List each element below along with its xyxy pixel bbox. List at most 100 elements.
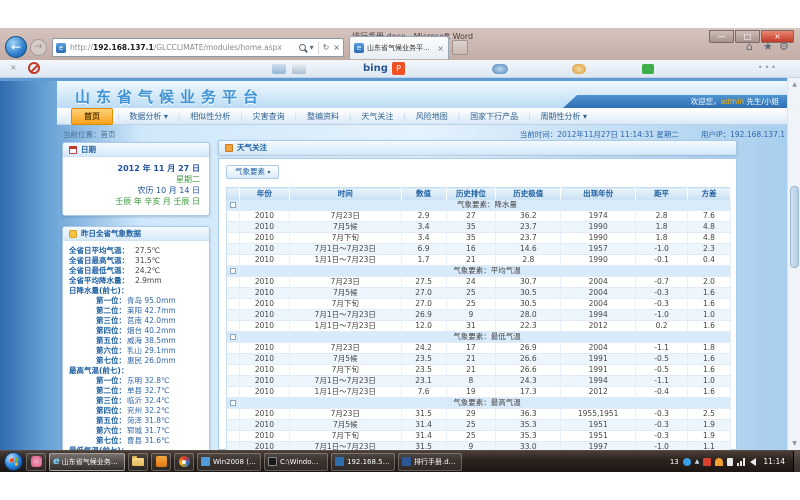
row-cell-empty [227,409,240,420]
table-group-row[interactable]: 气象要素：降水量 [227,200,731,211]
weibo-icon[interactable] [572,64,586,74]
scroll-down-icon[interactable]: ▼ [788,437,800,450]
table-row[interactable]: 20107月1日～7月23日6.91614.61957-1.02.3 [227,244,731,255]
refresh-icon[interactable]: ↻ [323,43,330,52]
table-row[interactable]: 20107月下旬3.43523.719901.84.8 [227,233,731,244]
ie-taskbar-button[interactable]: e 山东省气候业务平... [49,453,125,471]
browser-tab[interactable]: e 山东省气候业务平... × [349,36,449,59]
table-row[interactable]: 20107月1日～7月23日26.9928.01994-1.01.0 [227,310,731,321]
table-row[interactable]: 20107月1日～7月23日23.1824.31994-1.11.0 [227,376,731,387]
table-row[interactable]: 20107月23日2.92736.219742.87.6 [227,211,731,222]
clock[interactable]: 11:14 [763,457,785,466]
messenger-tray-icon[interactable] [683,458,691,466]
close-icon[interactable]: × [10,63,17,72]
back-button[interactable]: ← [5,36,27,58]
table-row[interactable]: 20107月23日24.21726.92004-1.11.8 [227,343,731,354]
table-group-row[interactable]: 气象要素：平均气温 [227,266,731,277]
stop-icon[interactable]: × [333,43,340,52]
group-checkbox-cell[interactable] [227,200,240,211]
bing-logo[interactable]: bing [363,63,388,74]
table-row[interactable]: 20107月5候3.43523.719901.84.8 [227,222,731,233]
table-group-row[interactable]: 气象要素：最高气温 [227,398,731,409]
table-row[interactable]: 20107月下旬27.02530.52004-0.31.6 [227,299,731,310]
more-icon[interactable]: ••• [758,63,778,72]
network-icon[interactable] [737,458,746,466]
element-filter-button[interactable]: 气象要素 ▾ [226,165,279,179]
table-row[interactable]: 20107月5候27.02530.52004-0.31.6 [227,288,731,299]
checkbox-icon[interactable] [230,400,236,406]
cell: 7.6 [688,211,731,222]
volume-icon[interactable] [750,458,756,466]
action-center-flag-icon[interactable] [727,458,733,466]
table-row[interactable]: 20107月5候23.52126.61991-0.51.6 [227,354,731,365]
table-row[interactable]: 20107月下旬23.52126.61991-0.51.6 [227,365,731,376]
table-row[interactable]: 20107月23日27.52430.72004-0.72.0 [227,277,731,288]
home-icon[interactable]: ⌂ [746,40,753,53]
taskbar-button-2[interactable]: 192.168.59.99... [331,453,395,471]
group-checkbox-cell[interactable] [227,332,240,343]
group-checkbox-cell[interactable] [227,266,240,277]
url-text[interactable]: http://192.168.137.1/GLCCLIMATE/modules/… [70,43,295,52]
security-icon[interactable] [715,458,723,466]
mail-icon[interactable] [272,64,286,74]
scrollbar-thumb[interactable] [790,186,799,268]
nav-item-8[interactable]: 周期性分析 ▾ [530,109,597,124]
notification-count[interactable]: 13 [670,458,679,466]
cell: 7月1日～7月23日 [289,442,401,451]
pinned-app-button[interactable] [26,453,46,471]
bing-badge-icon[interactable]: P [392,62,405,75]
checkbox-icon[interactable] [230,334,236,340]
new-tab-button[interactable] [452,40,468,55]
apps-grid-icon[interactable] [642,64,654,74]
table-row[interactable]: 20107月1日～7月23日31.5933.01997-1.01.1 [227,442,731,451]
taskbar-button-1[interactable]: C:\Windows\s... [264,453,328,471]
blocked-icon[interactable] [28,62,40,74]
session-info: 当前时间：2012年11月27日 11:14:31 星期二 用户IP：192.1… [520,129,785,140]
table-row[interactable]: 20101月1日～7月23日12.03122.320120.21.6 [227,321,731,332]
print-icon[interactable] [292,64,306,74]
table-group-row[interactable]: 气象要素：最低气温 [227,332,731,343]
nav-item-5[interactable]: 天气关注 [351,109,403,124]
cell: -0.5 [636,354,688,365]
calendar-icon [69,146,77,154]
address-bar[interactable]: e http://192.168.137.1/GLCCLIMATE/module… [52,38,344,57]
welcome-username[interactable]: admin [721,97,745,106]
nav-item-2[interactable]: 相似性分析 [180,109,240,124]
nav-item-1[interactable]: 数据分析 ▾ [119,109,178,124]
checkbox-icon[interactable] [230,202,236,208]
table-row[interactable]: 20101月1日～7月23日7.61917.32012-0.41.6 [227,387,731,398]
search-dropdown-icon[interactable]: ▾ [310,43,314,52]
pinned-app-button-2[interactable] [151,453,171,471]
taskbar-button-0[interactable]: Win2008 (VS2... [197,453,261,471]
rank-value: 青岛 95.0mm [127,296,176,306]
scroll-up-icon[interactable]: ▲ [788,78,800,91]
forward-button[interactable]: → [30,39,47,56]
table-row[interactable]: 20107月23日31.52936.31955,1951-0.32.5 [227,409,731,420]
minimize-button[interactable]: — [709,30,734,43]
table-row[interactable]: 20107月5候31.42535.31951-0.31.9 [227,420,731,431]
nav-item-6[interactable]: 风险地图 [406,109,458,124]
settings-gear-icon[interactable]: ⚙ [779,40,789,53]
stat-label: 全省日最高气温： [69,256,135,266]
group-checkbox-cell[interactable] [227,398,240,409]
taskbar-button-3[interactable]: 排行手册.docx ... [398,453,462,471]
messenger-icon[interactable] [492,64,508,74]
ime-icon[interactable] [703,458,711,466]
nav-item-3[interactable]: 灾害查询 [243,109,295,124]
nav-item-0[interactable]: 首页 [71,108,113,125]
table-row[interactable]: 20107月下旬31.42535.31951-0.31.9 [227,431,731,442]
checkbox-icon[interactable] [230,268,236,274]
search-icon[interactable] [299,44,306,51]
pinned-app-button-3[interactable] [174,453,194,471]
vertical-scrollbar[interactable]: ▲ ▼ [787,78,800,450]
favorites-star-icon[interactable]: ★ [763,40,773,53]
table-row[interactable]: 20101月1日～7月23日1.7212.81990-0.10.4 [227,255,731,266]
nav-item-4[interactable]: 整编资料 [297,109,349,124]
explorer-button[interactable] [128,453,148,471]
tab-close-icon[interactable]: × [437,44,444,53]
nav-item-7[interactable]: 国家下行产品 [460,109,528,124]
hidden-icons-arrow[interactable]: ▲ [695,458,700,465]
start-button[interactable] [4,452,23,471]
nav-menu: 首页|数据分析 ▾|相似性分析|灾害查询|整编资料|天气关注|风险地图|国家下行… [57,108,787,125]
show-desktop-button[interactable] [793,451,800,473]
